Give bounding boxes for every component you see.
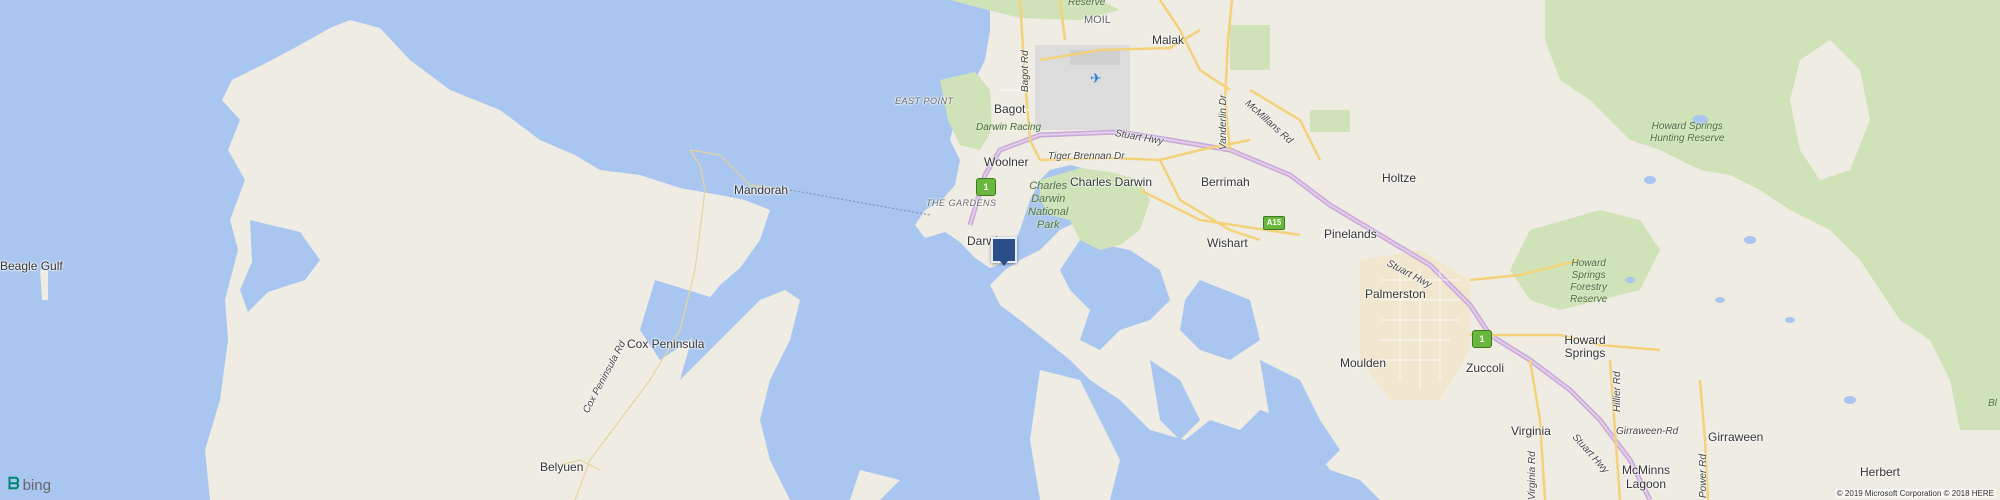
bing-icon: ᗷ	[8, 476, 20, 493]
label-forestry-line-4: Reserve	[1570, 294, 1608, 305]
label-girraween-rd: Girraween-Rd	[1616, 426, 1679, 437]
location-pin-icon[interactable]	[991, 237, 1017, 266]
copyright-text: © 2019 Microsoft Corporation © 2018 HERE	[1834, 489, 1996, 498]
label-palmerston: Palmerston	[1365, 287, 1426, 301]
label-np-line-2: Darwin	[1031, 193, 1066, 205]
label-np-line-3: National	[1028, 206, 1069, 218]
label-girraween: Girraween	[1708, 430, 1764, 444]
label-forestry-line-1: Howard	[1571, 258, 1606, 269]
label-the-gardens: THE GARDENS	[926, 198, 997, 208]
label-tiger-brennan-dr: Tiger Brennan Dr	[1048, 151, 1125, 162]
label-mcminns-lagoon: McMinns Lagoon	[1622, 463, 1670, 491]
bing-wordmark: bing	[22, 476, 51, 494]
label-howard-springs-forestry-reserve: Howard Springs Forestry Reserve	[1570, 258, 1607, 306]
label-berrimah: Berrimah	[1201, 175, 1250, 189]
label-belyuen: Belyuen	[540, 460, 584, 474]
label-np-line-4: Park	[1036, 219, 1060, 231]
label-mcminns-line-1: McMinns	[1622, 463, 1671, 477]
label-darwin-racing: Darwin Racing	[976, 122, 1042, 133]
label-beagle-gulf: Beagle Gulf	[0, 259, 63, 273]
label-howard-springs: Howard Springs	[1560, 334, 1610, 360]
label-np-line-1: Charles	[1029, 180, 1068, 192]
route-a15-shield: A15	[1263, 216, 1285, 230]
route-1-shield-zuccoli: 1	[1472, 330, 1492, 348]
label-moil: MOIL	[1084, 14, 1111, 26]
label-bl: Bl	[1988, 398, 1997, 409]
label-vanderlin-dr: Vanderlin Dr	[1218, 94, 1229, 150]
label-charles-darwin: Charles Darwin	[1070, 175, 1153, 189]
label-east-point: EAST POINT	[895, 96, 954, 106]
airplane-icon: ✈	[1090, 70, 1102, 86]
label-hillier-rd: Hillier Rd	[1612, 371, 1623, 412]
label-mandorah: Mandorah	[734, 183, 789, 197]
map-canvas[interactable]: Beagle Gulf Mandorah Cox Peninsula Cox P…	[0, 0, 2000, 500]
label-reserve: Reserve	[1068, 0, 1106, 8]
label-virginia-rd: Virginia Rd	[1527, 451, 1538, 500]
label-hunting-line-1: Howard Springs	[1651, 121, 1723, 132]
label-bagot: Bagot	[994, 102, 1026, 116]
label-cox-peninsula: Cox Peninsula	[627, 337, 705, 351]
label-forestry-line-2: Springs	[1571, 270, 1606, 281]
label-mcminns-line-2: Lagoon	[1625, 477, 1667, 491]
label-bagot-rd: Bagot Rd	[1020, 50, 1031, 92]
label-moulden: Moulden	[1340, 356, 1387, 370]
label-virginia: Virginia	[1511, 424, 1551, 438]
label-charles-darwin-national-park: Charles Darwin National Park	[1028, 180, 1068, 232]
label-herbert: Herbert	[1860, 465, 1901, 479]
label-woolner: Woolner	[984, 155, 1029, 169]
label-hunting-line-2: Hunting Reserve	[1650, 133, 1725, 144]
bing-logo[interactable]: ᗷ bing	[8, 476, 51, 494]
label-wishart: Wishart	[1207, 236, 1248, 250]
label-power-rd: Power Rd	[1698, 454, 1709, 498]
label-malak: Malak	[1152, 33, 1185, 47]
label-howard-springs-text: Howard Springs	[1564, 333, 1606, 360]
label-holtze: Holtze	[1382, 171, 1417, 185]
label-pinelands: Pinelands	[1324, 227, 1377, 241]
route-1-shield-darwin: 1	[976, 178, 996, 196]
label-zuccoli: Zuccoli	[1466, 361, 1505, 375]
label-howard-springs-hunting-reserve: Howard Springs Hunting Reserve	[1650, 121, 1724, 145]
label-forestry-line-3: Forestry	[1570, 282, 1607, 293]
